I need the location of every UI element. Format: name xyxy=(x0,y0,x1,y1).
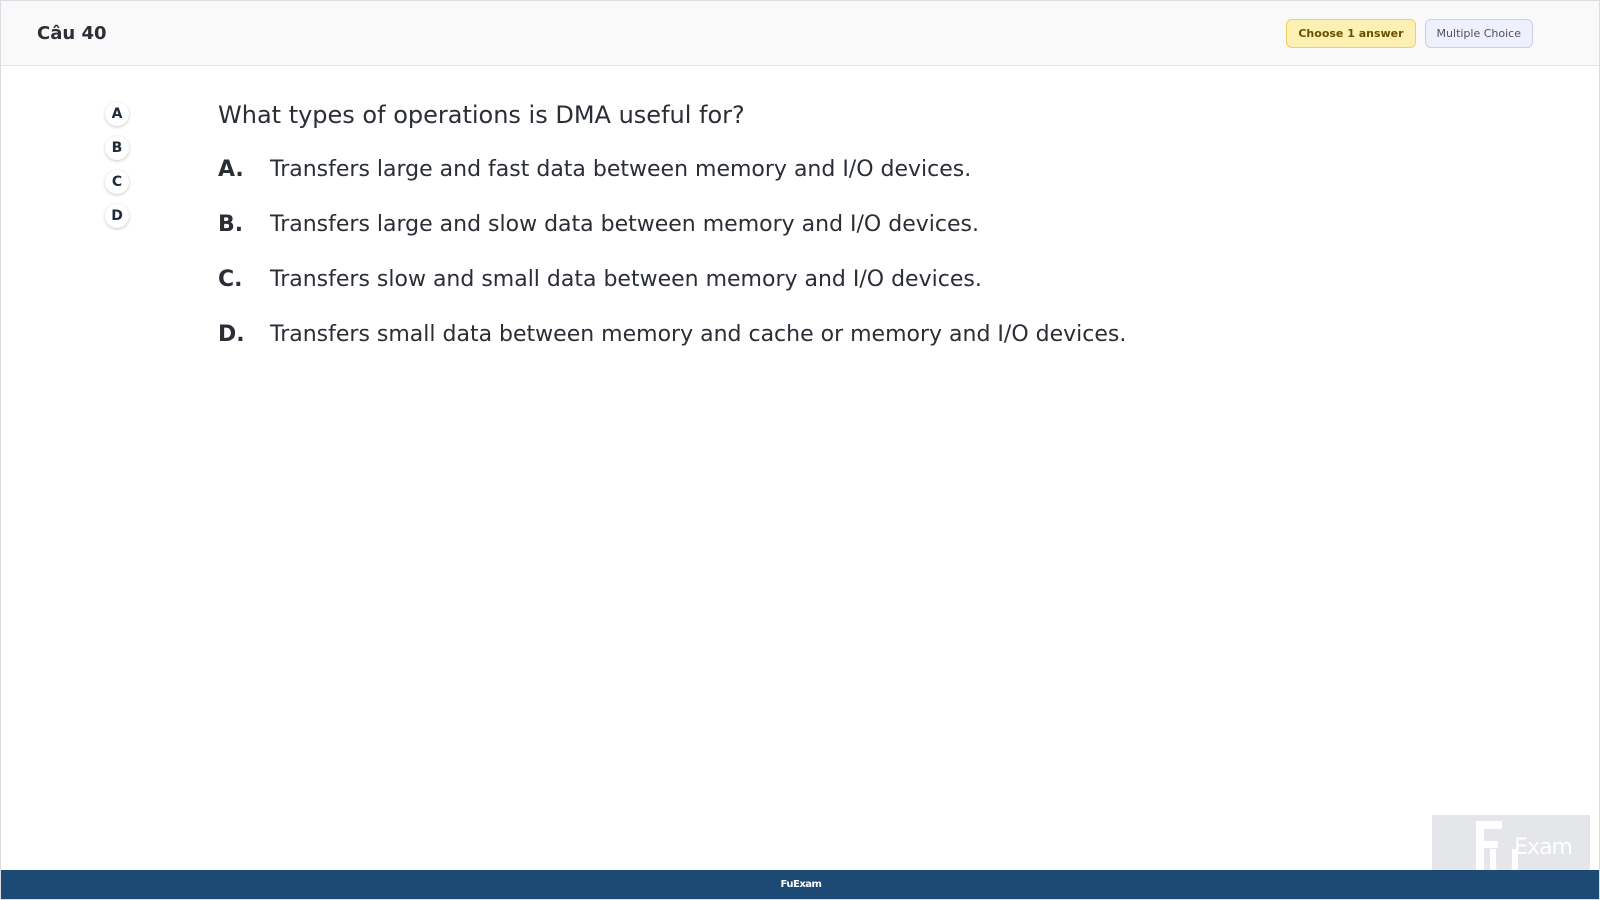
option-text: Transfers slow and small data between me… xyxy=(270,267,982,292)
answer-select-b[interactable]: B xyxy=(105,136,129,160)
footer-brand: FuExam xyxy=(780,879,822,890)
watermark-text: Exam xyxy=(1514,835,1573,860)
answer-selector-list: A B C D xyxy=(105,102,129,228)
option-list: A. Transfers large and fast data between… xyxy=(218,157,1126,347)
option-c: C. Transfers slow and small data between… xyxy=(218,267,1126,292)
option-b: B. Transfers large and slow data between… xyxy=(218,212,1126,237)
question-type-badge: Multiple Choice xyxy=(1424,19,1533,48)
option-d: D. Transfers small data between memory a… xyxy=(218,322,1126,347)
exam-frame: Câu 40 Choose 1 answer Multiple Choice A… xyxy=(0,0,1600,900)
footer-bar: FuExam xyxy=(1,870,1599,899)
answer-select-c[interactable]: C xyxy=(105,170,129,194)
question-text: What types of operations is DMA useful f… xyxy=(218,101,745,129)
question-number-title: Câu 40 xyxy=(37,23,107,44)
option-text: Transfers large and slow data between me… xyxy=(270,212,979,237)
choose-answer-badge: Choose 1 answer xyxy=(1286,19,1416,48)
option-text: Transfers small data between memory and … xyxy=(270,322,1127,347)
answer-select-a[interactable]: A xyxy=(105,102,129,126)
badge-group: Choose 1 answer Multiple Choice xyxy=(1286,19,1533,48)
option-letter: A. xyxy=(218,157,244,182)
option-letter: B. xyxy=(218,212,244,237)
option-letter: C. xyxy=(218,267,243,292)
question-header: Câu 40 Choose 1 answer Multiple Choice xyxy=(1,1,1599,66)
answer-select-d[interactable]: D xyxy=(105,204,129,228)
option-letter: D. xyxy=(218,322,245,347)
option-a: A. Transfers large and fast data between… xyxy=(218,157,1126,182)
option-text: Transfers large and fast data between me… xyxy=(270,157,972,182)
